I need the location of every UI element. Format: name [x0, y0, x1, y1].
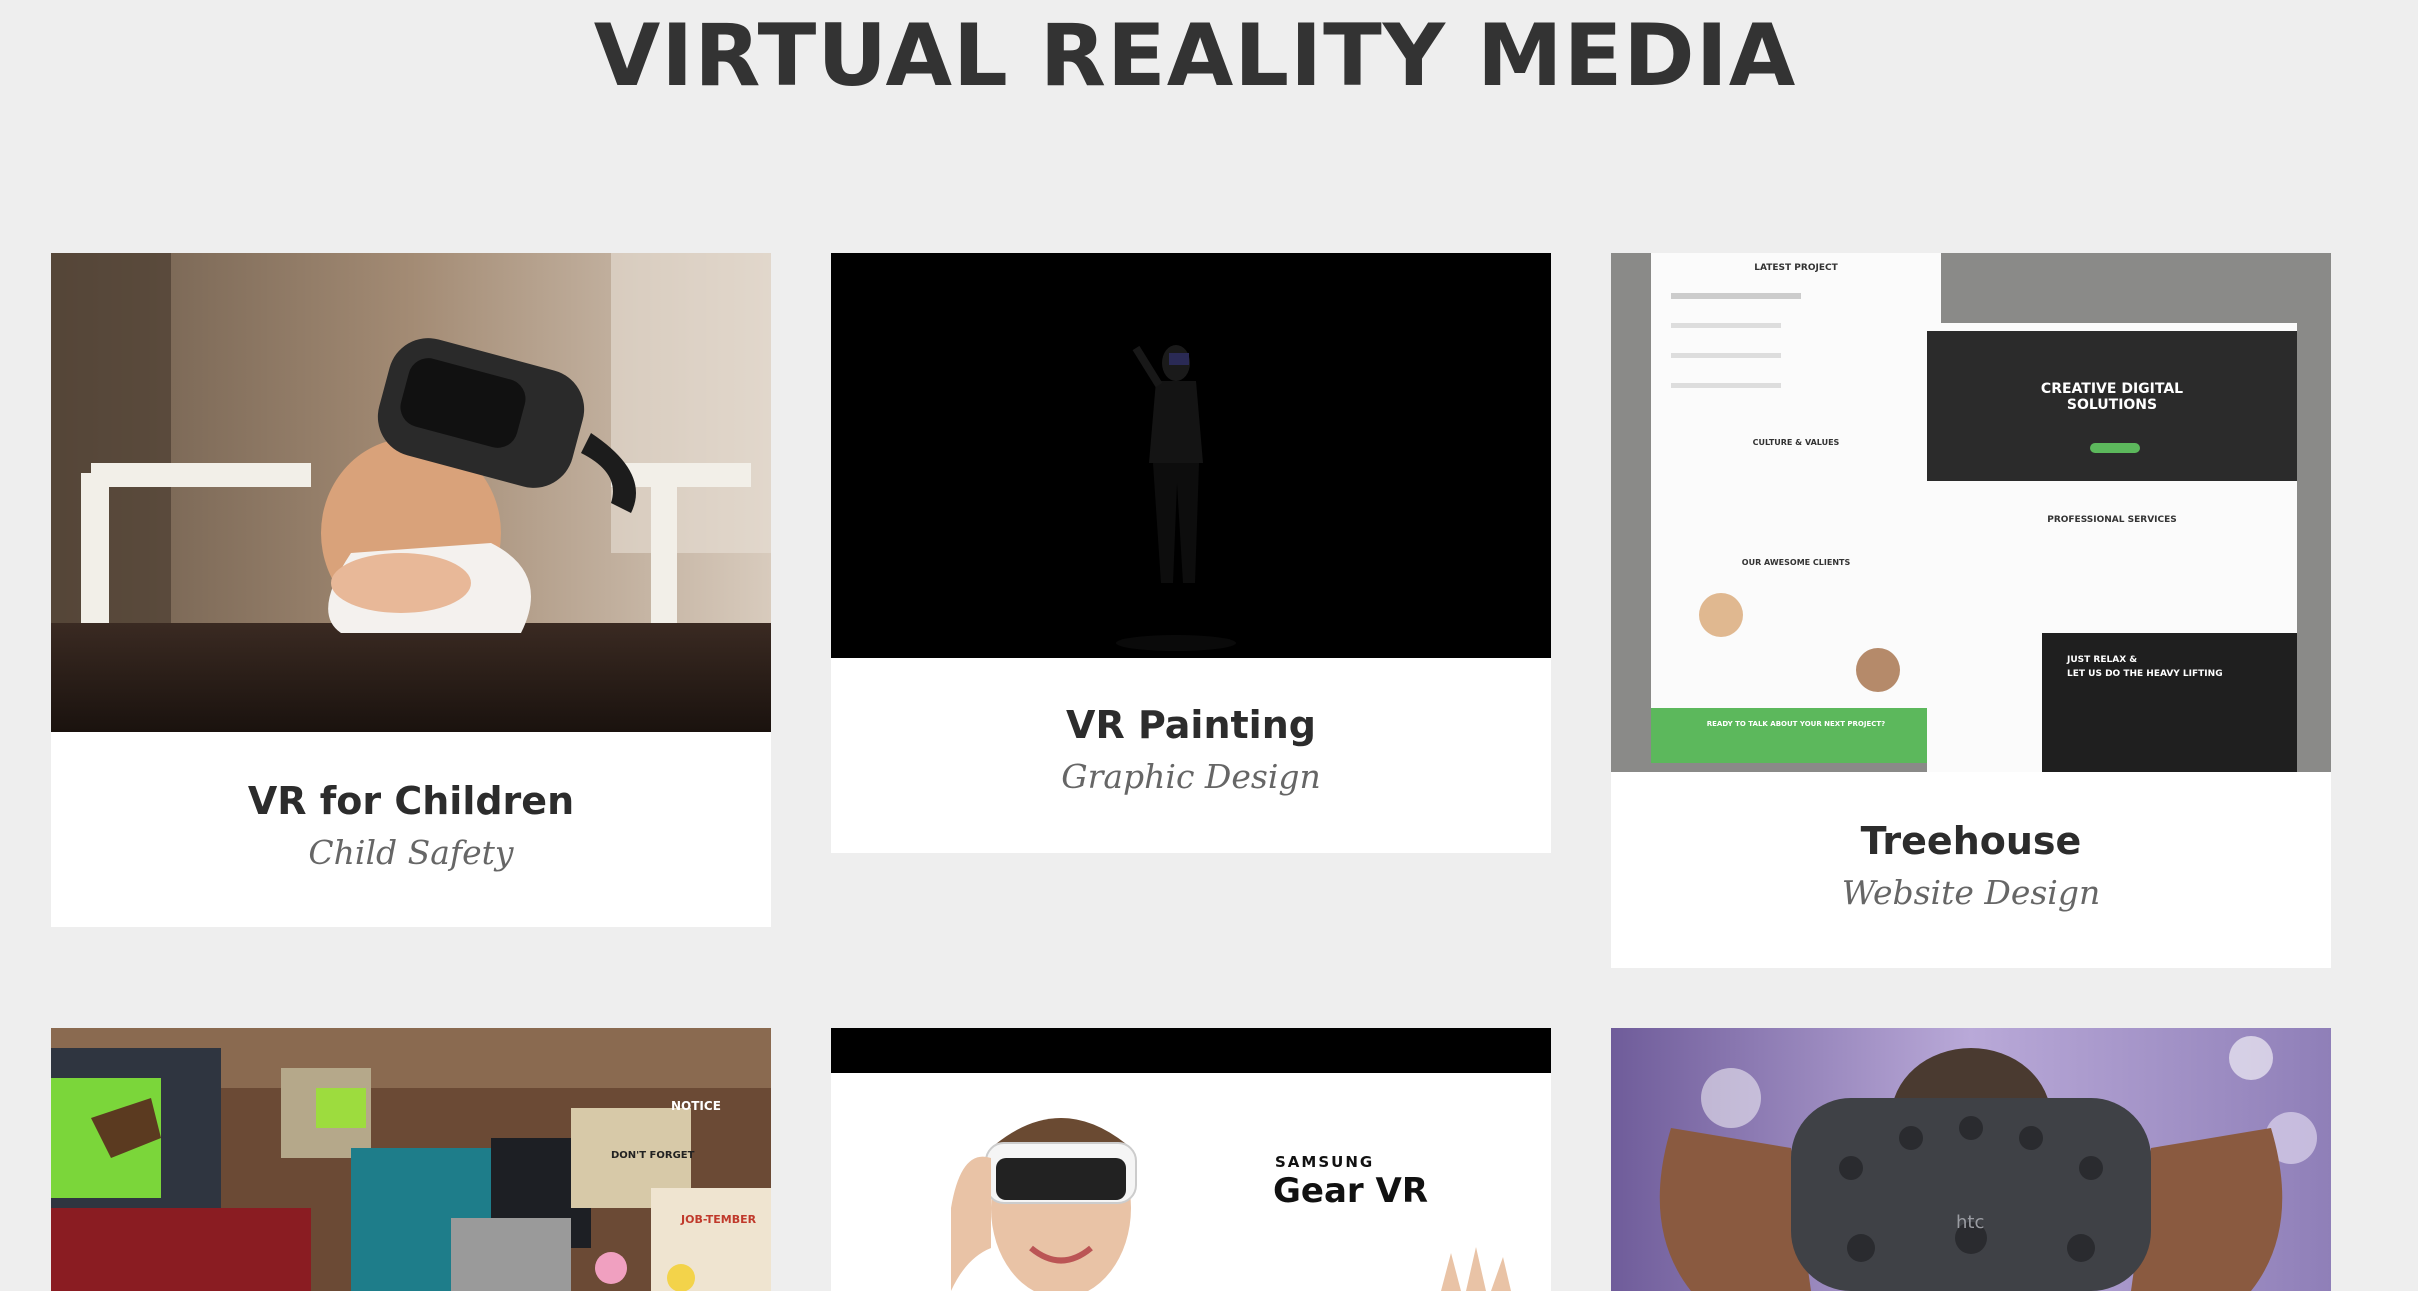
- game-notice-text: NOTICE: [671, 1099, 721, 1113]
- portfolio-card-gear-vr[interactable]: SAMSUNG Gear VR: [831, 1028, 1551, 1291]
- mockup-hero: CREATIVE DIGITAL SOLUTIONS: [1927, 331, 2297, 481]
- vr-painting-thumbnail[interactable]: [831, 253, 1551, 658]
- vr-child-thumbnail[interactable]: [51, 253, 771, 732]
- card-title[interactable]: Treehouse: [1611, 819, 2331, 863]
- card-category: Website Design: [1841, 873, 2101, 912]
- htc-vive-image: htc: [1611, 1028, 2331, 1291]
- card-category: Graphic Design: [1061, 757, 1321, 796]
- vr-child-image: [51, 253, 771, 732]
- mockup-hero-text: CREATIVE DIGITAL SOLUTIONS: [2040, 381, 2184, 413]
- page-title: VIRTUAL REALITY MEDIA: [593, 6, 1797, 106]
- gear-vr-product: Gear VR: [1273, 1171, 1429, 1211]
- htc-logo-text: htc: [1956, 1212, 1984, 1233]
- gear-vr-brand: SAMSUNG: [1275, 1153, 1375, 1171]
- mockup-culture: CULTURE & VALUES: [1752, 438, 1840, 447]
- portfolio-card-htc-vive[interactable]: htc: [1611, 1028, 2331, 1291]
- game-calendar-text: JOB-TEMBER: [680, 1213, 757, 1226]
- game-dont-forget-text: DON'T FORGET: [611, 1150, 695, 1161]
- client-avatar: [1699, 593, 1743, 637]
- htc-vive-thumbnail[interactable]: htc: [1611, 1028, 2331, 1291]
- mockup-relax-line2: LET US DO THE HEAVY LIFTING: [2067, 669, 2223, 679]
- portfolio-card-treehouse[interactable]: LATEST PROJECT CULTURE & VALUES OUR AWES…: [1611, 253, 2331, 968]
- vr-game-thumbnail[interactable]: NOTICE DON'T FORGET JOB-TEMBER: [51, 1028, 771, 1291]
- client-avatar: [1856, 648, 1900, 692]
- gear-vr-person-image: [951, 1118, 1137, 1291]
- mockup-relax-panel: JUST RELAX & LET US DO THE HEAVY LIFTING: [2042, 633, 2297, 772]
- mockup-hero-button: [2090, 443, 2140, 453]
- mockup-page-left: LATEST PROJECT CULTURE & VALUES OUR AWES…: [1651, 253, 1941, 763]
- mockup-clients: OUR AWESOME CLIENTS: [1741, 558, 1851, 567]
- portfolio-card-vr-game[interactable]: NOTICE DON'T FORGET JOB-TEMBER: [51, 1028, 771, 1291]
- mockup-services: PROFESSIONAL SERVICES: [2047, 515, 2177, 525]
- vr-game-image: NOTICE DON'T FORGET JOB-TEMBER: [51, 1028, 771, 1291]
- card-title[interactable]: VR for Children: [51, 779, 771, 823]
- card-title[interactable]: VR Painting: [831, 703, 1551, 747]
- card-info: VR Painting Graphic Design: [831, 703, 1551, 796]
- portfolio-card-vr-painting[interactable]: VR Painting Graphic Design: [831, 253, 1551, 853]
- mockup-relax-line1: JUST RELAX &: [2067, 655, 2138, 665]
- vr-painting-image: [831, 253, 1551, 658]
- card-info: VR for Children Child Safety: [51, 779, 771, 872]
- gear-vr-thumbnail[interactable]: SAMSUNG Gear VR: [831, 1028, 1551, 1291]
- treehouse-thumbnail[interactable]: LATEST PROJECT CULTURE & VALUES OUR AWES…: [1611, 253, 2331, 772]
- gear-vr-topbar: [831, 1028, 1551, 1073]
- portfolio-card-vr-for-children[interactable]: VR for Children Child Safety: [51, 253, 771, 927]
- card-info: Treehouse Website Design: [1611, 819, 2331, 912]
- mockup-latest-project: LATEST PROJECT: [1754, 263, 1838, 273]
- card-category: Child Safety: [308, 833, 514, 872]
- mockup-cta-bar: READY TO TALK ABOUT YOUR NEXT PROJECT?: [1651, 708, 1941, 763]
- mockup-cta-text: READY TO TALK ABOUT YOUR NEXT PROJECT?: [1706, 720, 1886, 728]
- gear-vr-hand-image: [1441, 1247, 1511, 1291]
- mockup-page-right: CREATIVE DIGITAL SOLUTIONS PROFESSIONAL …: [1927, 323, 2297, 772]
